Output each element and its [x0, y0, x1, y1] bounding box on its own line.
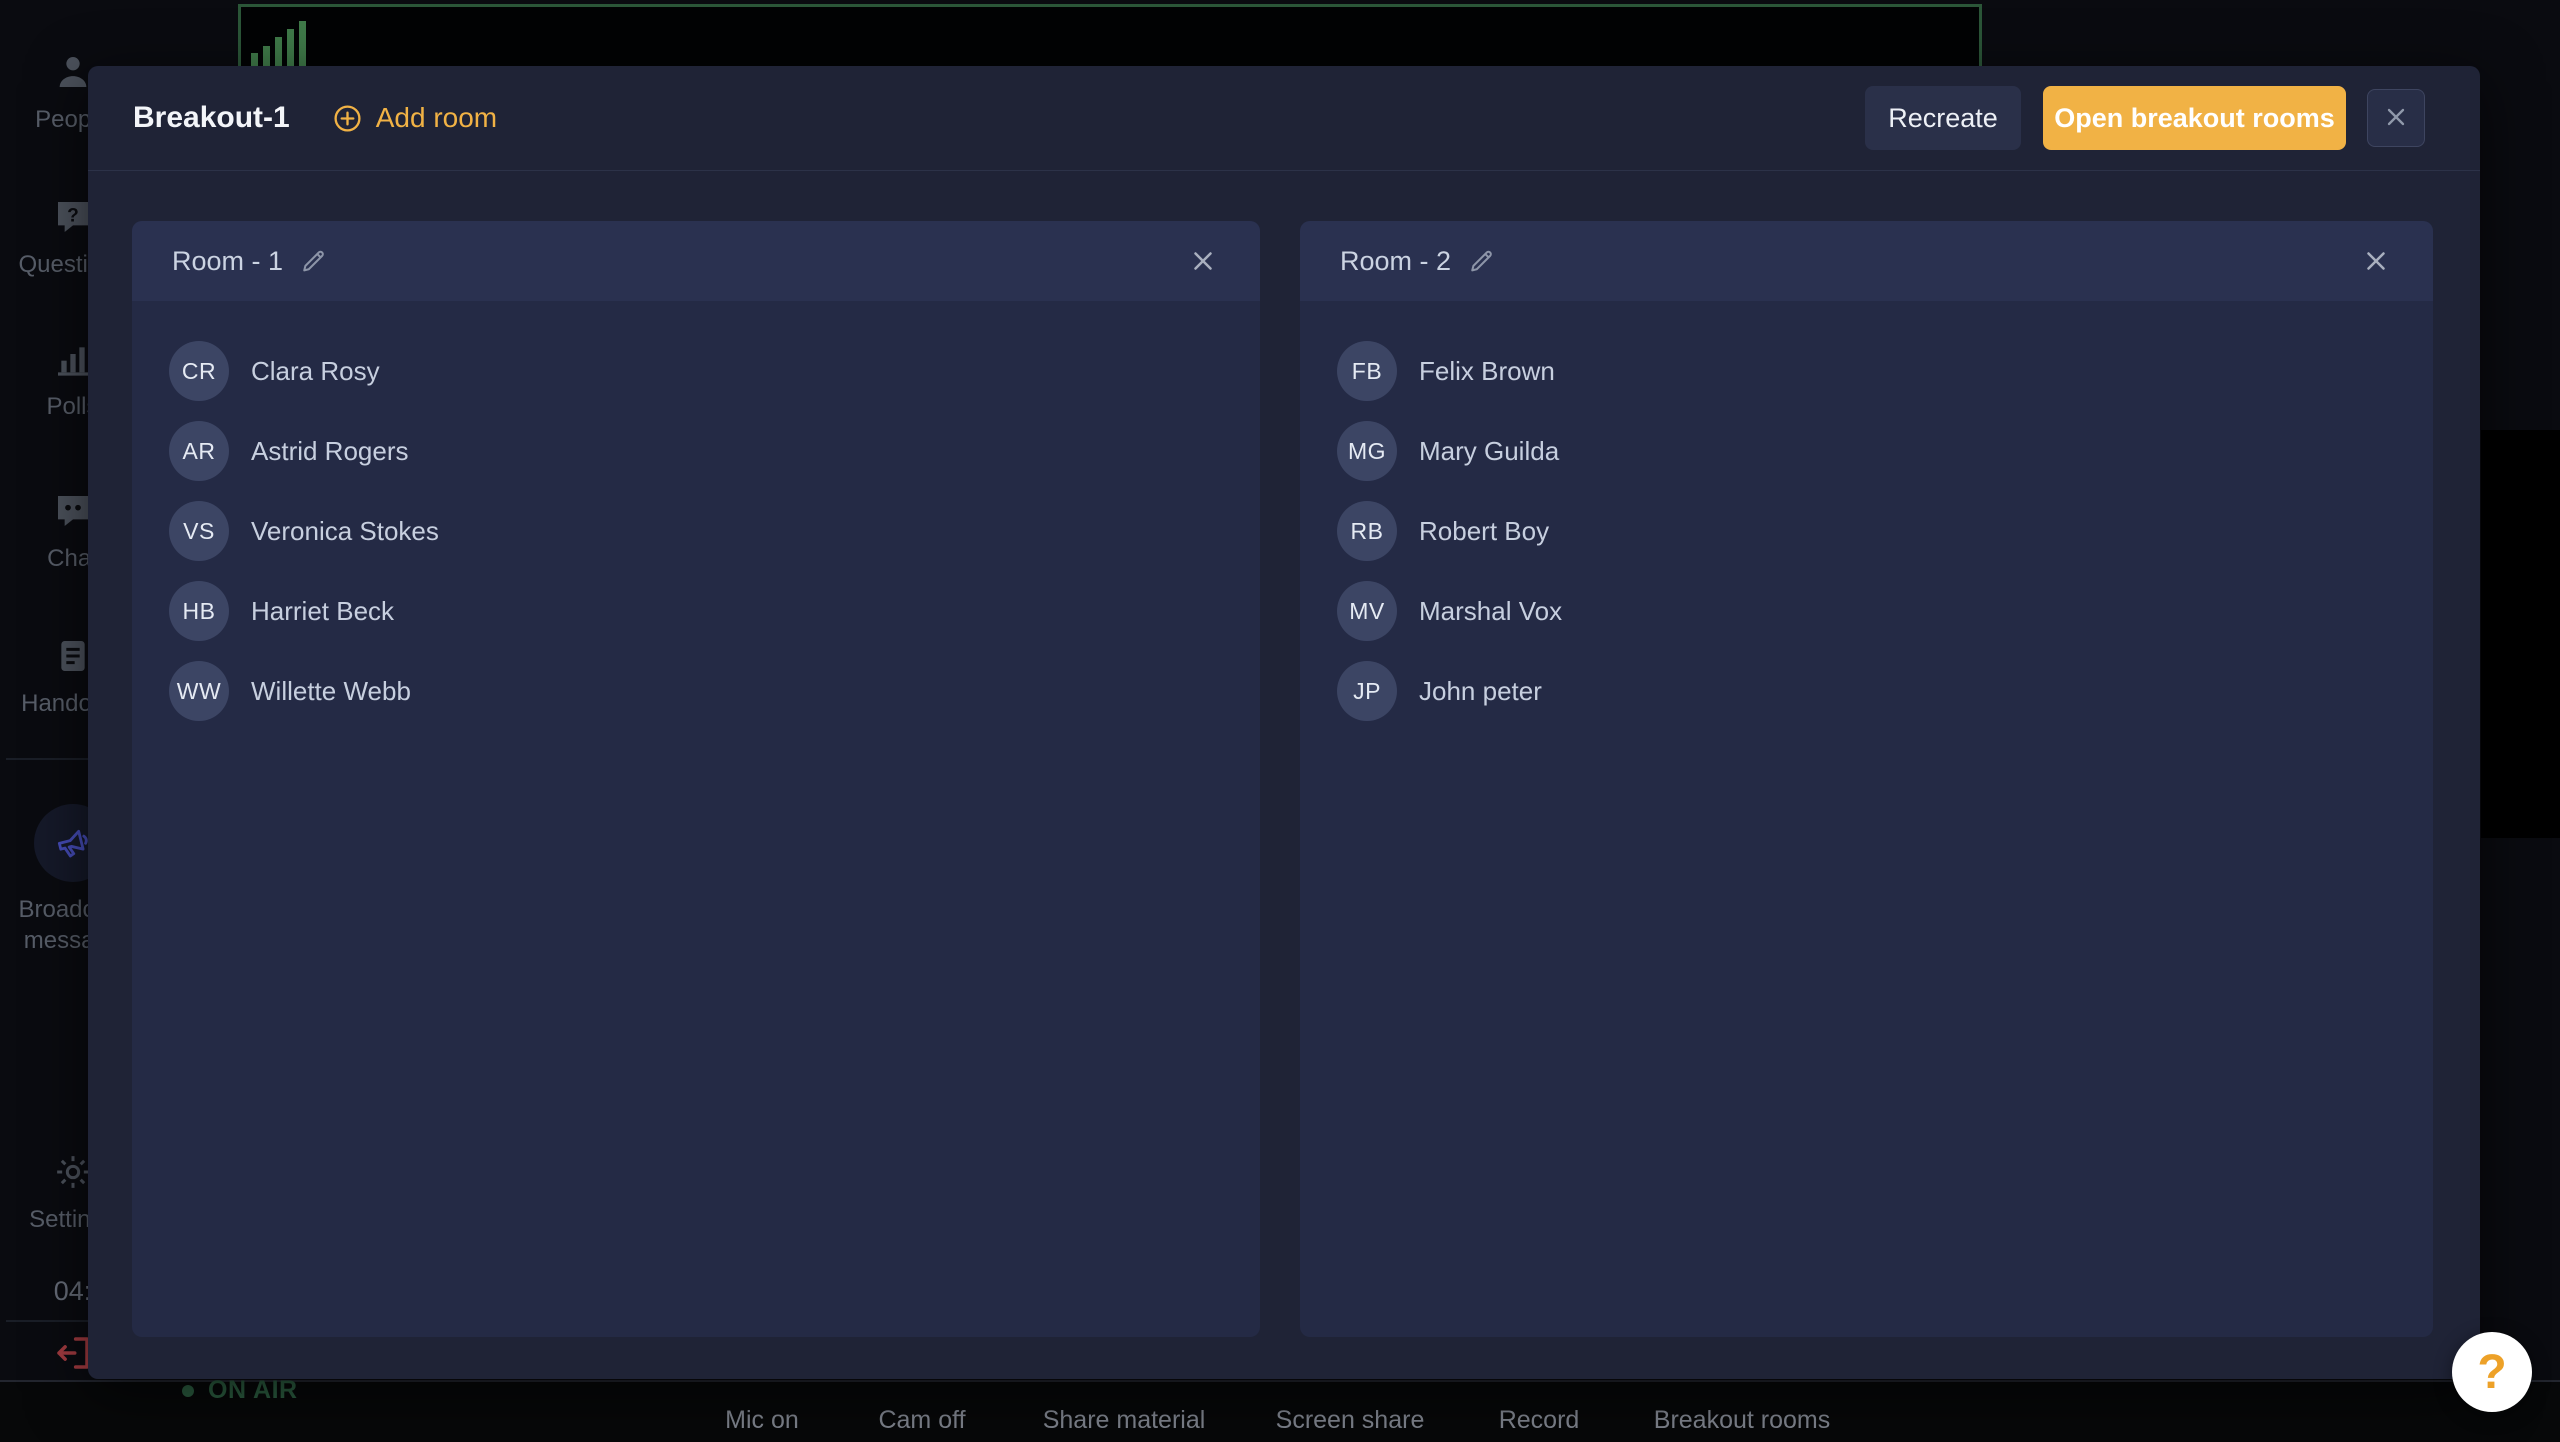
- avatar: MG: [1337, 421, 1397, 481]
- on-air-dot: [182, 1385, 194, 1397]
- member-row[interactable]: FB Felix Brown: [1337, 331, 2413, 411]
- member-name: Clara Rosy: [251, 356, 380, 387]
- avatar: RB: [1337, 501, 1397, 561]
- svg-text:?: ?: [67, 205, 79, 226]
- member-row[interactable]: VS Veronica Stokes: [169, 491, 1240, 571]
- modal-title: Breakout-1: [133, 101, 290, 135]
- room-header: Room - 2: [1300, 221, 2433, 301]
- member-row[interactable]: MV Marshal Vox: [1337, 571, 2413, 651]
- question-icon: ?: [53, 197, 93, 237]
- member-row[interactable]: JP John peter: [1337, 651, 2413, 731]
- avatar: VS: [169, 501, 229, 561]
- room-header: Room - 1: [132, 221, 1260, 301]
- room-member-list: FB Felix Brown MG Mary Guilda RB Robert Boy MV…: [1300, 301, 2433, 731]
- megaphone-icon: [53, 823, 93, 863]
- close-icon: [2361, 264, 2391, 279]
- room-member-list: CR Clara Rosy AR Astrid Rogers VS Veronica St…: [132, 301, 1260, 731]
- app-screen: People?QuestionsPollsChatHandoutsBroadca…: [0, 0, 2560, 1442]
- room-title: Room - 1: [172, 246, 283, 277]
- member-row[interactable]: AR Astrid Rogers: [169, 411, 1240, 491]
- gear-icon: [53, 1152, 93, 1192]
- control-share-material[interactable]: Share material: [1043, 1406, 1206, 1435]
- add-room-button[interactable]: Add room: [332, 102, 497, 134]
- member-name: Robert Boy: [1419, 516, 1549, 547]
- avatar: WW: [169, 661, 229, 721]
- breakout-rooms-modal: Breakout-1 Add room Recreate Open breako…: [88, 66, 2480, 1379]
- member-name: Willette Webb: [251, 676, 411, 707]
- control-record[interactable]: Record: [1499, 1406, 1580, 1435]
- member-row[interactable]: CR Clara Rosy: [169, 331, 1240, 411]
- rename-room-button[interactable]: [1466, 246, 1496, 276]
- modal-close-button[interactable]: [2367, 89, 2425, 147]
- member-row[interactable]: RB Robert Boy: [1337, 491, 2413, 571]
- add-room-label: Add room: [376, 102, 497, 134]
- handouts-icon: [53, 636, 93, 676]
- ascending-green-bars-icon: [251, 7, 306, 67]
- member-name: Astrid Rogers: [251, 436, 409, 467]
- video-tile-edge: [2481, 430, 2560, 838]
- on-air-label: ON AIR: [208, 1376, 298, 1405]
- chat-icon: [53, 491, 93, 531]
- member-row[interactable]: MG Mary Guilda: [1337, 411, 2413, 491]
- member-name: John peter: [1419, 676, 1542, 707]
- help-label: ?: [2477, 1345, 2506, 1400]
- remove-room-button[interactable]: [1188, 246, 1218, 276]
- avatar: MV: [1337, 581, 1397, 641]
- avatar: HB: [169, 581, 229, 641]
- recreate-button[interactable]: Recreate: [1865, 86, 2021, 150]
- remove-room-button[interactable]: [2361, 246, 2391, 276]
- control-mic[interactable]: Mic on: [725, 1406, 799, 1435]
- modal-header: Breakout-1 Add room Recreate Open breako…: [88, 66, 2480, 171]
- polls-icon: [53, 339, 93, 379]
- control-cam[interactable]: Cam off: [878, 1406, 965, 1435]
- control-breakout-rooms[interactable]: Breakout rooms: [1654, 1406, 1830, 1435]
- member-name: Mary Guilda: [1419, 436, 1559, 467]
- room-panel: Room - 2 FB Felix Brown MG Mary Guilda RB Robe…: [1300, 221, 2433, 1337]
- on-air-status: ON AIR: [182, 1376, 298, 1405]
- member-name: Felix Brown: [1419, 356, 1555, 387]
- room-title: Room - 2: [1340, 246, 1451, 277]
- avatar: CR: [169, 341, 229, 401]
- people-icon: [53, 52, 93, 92]
- open-breakout-rooms-button[interactable]: Open breakout rooms: [2043, 86, 2346, 150]
- control-screen-share[interactable]: Screen share: [1276, 1406, 1425, 1435]
- member-name: Harriet Beck: [251, 596, 394, 627]
- help-button[interactable]: ?: [2452, 1332, 2532, 1412]
- pencil-icon: [1466, 264, 1496, 279]
- rename-room-button[interactable]: [298, 246, 328, 276]
- member-row[interactable]: HB Harriet Beck: [169, 571, 1240, 651]
- avatar: FB: [1337, 341, 1397, 401]
- plus-circle-icon: [332, 103, 363, 134]
- member-row[interactable]: WW Willette Webb: [169, 651, 1240, 731]
- avatar: AR: [169, 421, 229, 481]
- room-panel: Room - 1 CR Clara Rosy AR Astrid Rogers VS Ver…: [132, 221, 1260, 1337]
- close-icon: [2382, 103, 2410, 134]
- avatar: JP: [1337, 661, 1397, 721]
- member-name: Marshal Vox: [1419, 596, 1562, 627]
- member-name: Veronica Stokes: [251, 516, 439, 547]
- close-icon: [1188, 264, 1218, 279]
- pencil-icon: [298, 264, 328, 279]
